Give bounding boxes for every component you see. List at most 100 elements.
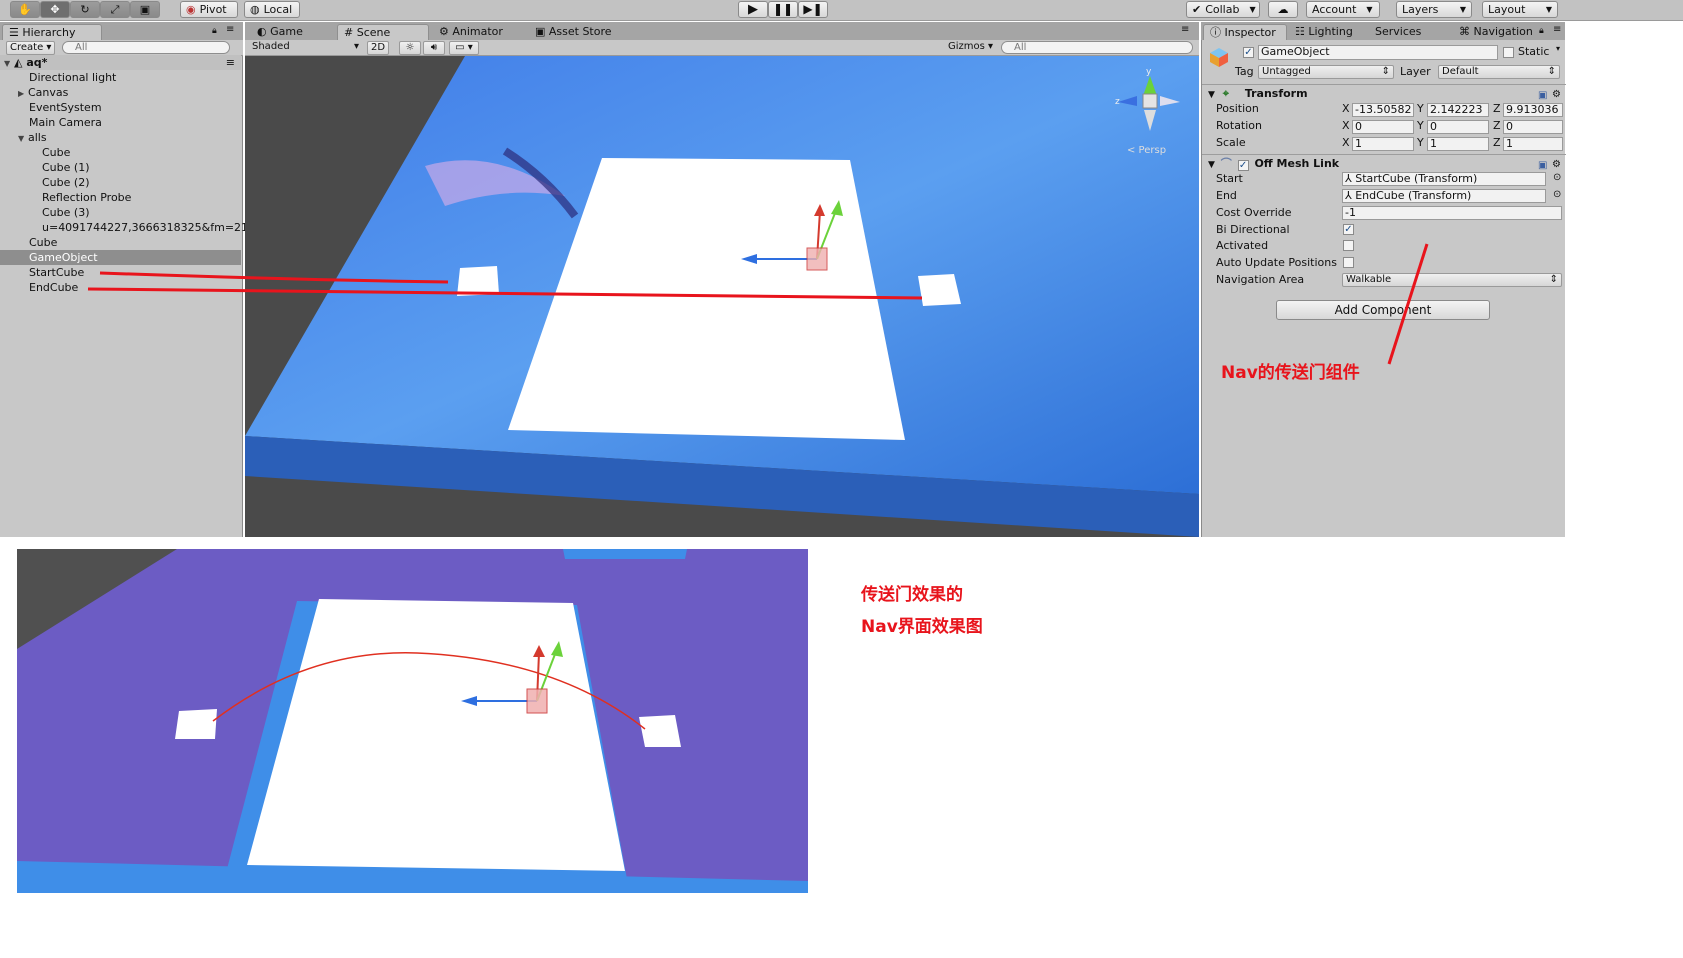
axis-label[interactable]: y: [1417, 136, 1424, 149]
inspector-menu-icon[interactable]: ≡: [1553, 24, 1561, 35]
transform-y-input[interactable]: 0: [1427, 120, 1489, 134]
axis-label[interactable]: x: [1342, 136, 1350, 149]
effects-dropdown[interactable]: ▭ ▾: [449, 41, 479, 55]
cost-override-input[interactable]: -1: [1342, 206, 1562, 220]
bi-directional-checkbox[interactable]: ✓: [1343, 224, 1354, 235]
offmeshlink-enabled-checkbox[interactable]: ✓: [1237, 160, 1249, 171]
hierarchy-item[interactable]: StartCube: [0, 265, 241, 280]
create-dropdown[interactable]: Create ▾: [6, 41, 56, 55]
pause-button[interactable]: ❚❚: [768, 1, 798, 18]
shading-mode-dropdown[interactable]: Shaded ▾: [249, 41, 361, 55]
scene-menu-icon[interactable]: ≡: [1181, 24, 1189, 35]
axis-label[interactable]: y: [1417, 119, 1424, 132]
axis-label[interactable]: x: [1342, 119, 1350, 132]
expand-arrow-icon[interactable]: ▶: [18, 86, 28, 101]
hierarchy-item[interactable]: Cube: [0, 235, 241, 250]
account-dropdown[interactable]: Account ▼: [1306, 1, 1380, 18]
hierarchy-item[interactable]: EndCube: [0, 280, 241, 295]
axis-label[interactable]: x: [1342, 102, 1350, 115]
transform-x-input[interactable]: 1: [1352, 137, 1414, 151]
gameobject-active-checkbox[interactable]: ✓: [1243, 47, 1254, 58]
scene-view[interactable]: y z < Persp: [245, 56, 1199, 537]
transform-y-input[interactable]: 2.142223: [1427, 103, 1489, 117]
pivot-button[interactable]: ◉ Pivot: [180, 1, 238, 18]
local-button[interactable]: ◍ Local: [244, 1, 300, 18]
offmeshlink-header[interactable]: ▼ ⌒ ✓ Off Mesh Link ▣ ⚙: [1202, 154, 1566, 172]
start-object-field[interactable]: ⅄ StartCube (Transform): [1342, 172, 1546, 186]
persp-label[interactable]: < Persp: [1127, 145, 1166, 156]
tab-scene[interactable]: # Scene: [337, 24, 429, 40]
tab-inspector[interactable]: ⓘ Inspector: [1203, 24, 1287, 40]
hierarchy-item[interactable]: Directional light: [0, 70, 241, 85]
lock-icon[interactable]: 🔒︎: [212, 26, 217, 36]
rotate-tool-button[interactable]: ↻: [70, 1, 100, 18]
add-component-button[interactable]: Add Component: [1276, 300, 1490, 320]
hierarchy-item[interactable]: Reflection Probe: [0, 190, 241, 205]
gear-icon[interactable]: ⚙: [1552, 156, 1561, 173]
tab-animator[interactable]: ⚙ Animator: [433, 24, 509, 40]
inspector-lock-icon[interactable]: 🔒︎: [1539, 26, 1544, 36]
transform-z-input[interactable]: 1: [1503, 137, 1563, 151]
static-checkbox[interactable]: [1503, 47, 1514, 58]
axis-label[interactable]: z: [1493, 119, 1501, 132]
tab-lighting[interactable]: ☷ Lighting: [1289, 24, 1359, 40]
cloud-button[interactable]: ☁: [1268, 1, 1298, 18]
axis-label[interactable]: y: [1417, 102, 1424, 115]
hierarchy-item[interactable]: Main Camera: [0, 115, 241, 130]
hierarchy-item[interactable]: ▼ alls: [0, 130, 241, 145]
hierarchy-search-input[interactable]: All: [62, 41, 230, 54]
help-icon[interactable]: ▣: [1538, 87, 1547, 104]
step-button[interactable]: ▶❚: [798, 1, 828, 18]
object-picker-icon[interactable]: ⊙: [1553, 172, 1561, 183]
audio-toggle[interactable]: 🔊︎: [423, 41, 445, 55]
layout-dropdown[interactable]: Layout ▼: [1482, 1, 1558, 18]
gizmos-dropdown[interactable]: Gizmos ▾: [945, 41, 993, 55]
tab-navigation[interactable]: ⌘ Navigation: [1453, 24, 1539, 40]
hierarchy-item[interactable]: GameObject: [0, 250, 241, 265]
transform-x-input[interactable]: -13.50582: [1352, 103, 1414, 117]
activated-checkbox[interactable]: [1343, 240, 1354, 251]
transform-y-input[interactable]: 1: [1427, 137, 1489, 151]
gear-icon[interactable]: ⚙: [1552, 86, 1561, 103]
static-dropdown-icon[interactable]: ▾: [1556, 44, 1560, 53]
transform-z-input[interactable]: 9.913036: [1503, 103, 1563, 117]
2d-toggle[interactable]: 2D: [367, 41, 389, 55]
layer-dropdown[interactable]: Default ⇕: [1438, 65, 1560, 79]
tab-game[interactable]: ◐ Game: [251, 24, 309, 40]
collab-button[interactable]: ✔ Collab ▼: [1186, 1, 1260, 18]
move-tool-button[interactable]: ✥: [40, 1, 70, 18]
tag-dropdown[interactable]: Untagged ⇕: [1258, 65, 1394, 79]
lighting-toggle[interactable]: ☼: [399, 41, 421, 55]
navigation-area-dropdown[interactable]: Walkable ⇕: [1342, 273, 1562, 287]
hierarchy-item[interactable]: Cube (3): [0, 205, 241, 220]
hierarchy-item[interactable]: Cube (2): [0, 175, 241, 190]
panel-menu-icon[interactable]: ≡: [226, 24, 234, 35]
transform-z-input[interactable]: 0: [1503, 120, 1563, 134]
gameobject-name-input[interactable]: GameObject: [1258, 45, 1498, 60]
hierarchy-item[interactable]: ▶ Canvas: [0, 85, 241, 100]
hand-tool-button[interactable]: ✋: [10, 1, 40, 18]
tab-asset-store[interactable]: ▣ Asset Store: [529, 24, 618, 40]
tab-hierarchy[interactable]: ☰ Hierarchy: [2, 24, 102, 40]
play-button[interactable]: ▶: [738, 1, 768, 18]
hierarchy-item[interactable]: Cube: [0, 145, 241, 160]
hierarchy-item[interactable]: u=4091744227,3666318325&fm=214: [0, 220, 255, 235]
end-object-field[interactable]: ⅄ EndCube (Transform): [1342, 189, 1546, 203]
axis-label[interactable]: z: [1493, 102, 1501, 115]
transform-header[interactable]: ▼ ⌖ Transform ▣ ⚙: [1202, 84, 1566, 102]
scale-tool-button[interactable]: ⤢: [100, 1, 130, 18]
layer-value: Default: [1442, 66, 1479, 77]
axis-label[interactable]: z: [1493, 136, 1501, 149]
tab-services[interactable]: Services: [1369, 24, 1427, 40]
expand-arrow-icon[interactable]: ▼: [18, 131, 28, 146]
scene-root-row[interactable]: ▼ ◭ aq* ≡: [0, 55, 241, 70]
scene-menu-icon[interactable]: ≡: [226, 55, 235, 70]
scene-search-input[interactable]: All: [1001, 41, 1193, 54]
rect-tool-button[interactable]: ▣: [130, 1, 160, 18]
layers-dropdown[interactable]: Layers ▼: [1396, 1, 1472, 18]
hierarchy-item[interactable]: Cube (1): [0, 160, 241, 175]
transform-x-input[interactable]: 0: [1352, 120, 1414, 134]
auto-update-checkbox[interactable]: [1343, 257, 1354, 268]
hierarchy-item[interactable]: EventSystem: [0, 100, 241, 115]
object-picker-icon[interactable]: ⊙: [1553, 189, 1561, 200]
